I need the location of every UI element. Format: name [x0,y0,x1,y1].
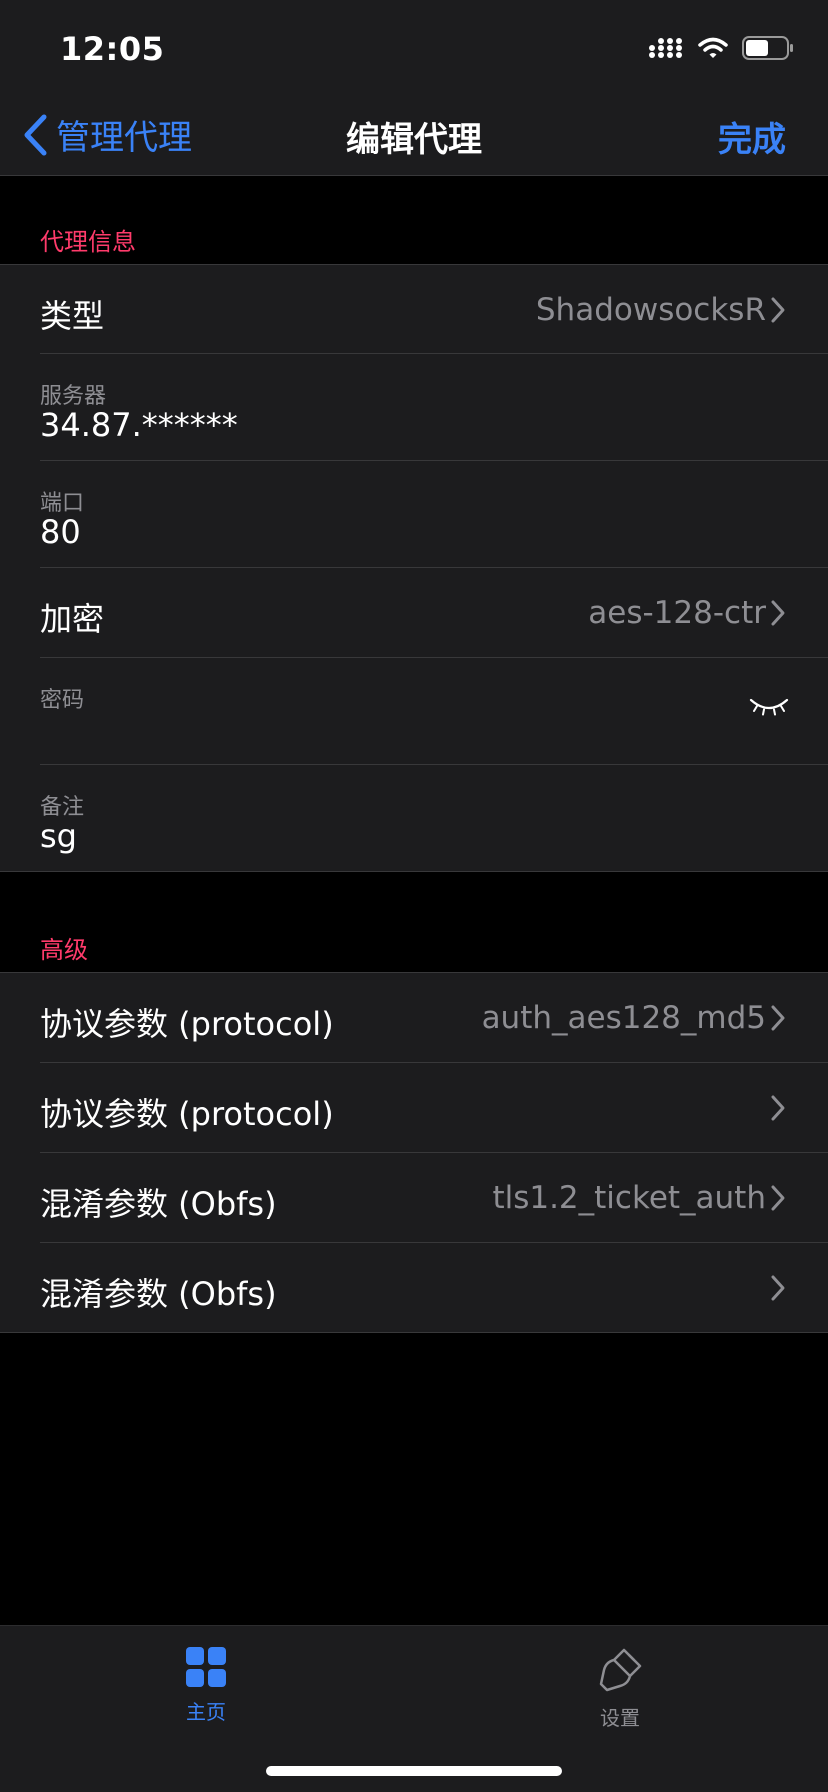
password-label: 密码 [40,688,85,713]
encryption-label: 加密 [40,600,105,638]
page-title: 编辑代理 [346,120,482,160]
battery-icon [742,36,793,60]
proxy-info-group: 类型 ShadowsocksR 服务器 34.87.****** 端口 80 加… [0,264,828,872]
cellular-signal-icon [649,38,682,58]
chevron-right-icon [771,1005,785,1031]
encryption-row[interactable]: 加密 aes-128-ctr [0,568,828,658]
obfs-param-row[interactable]: 混淆参数 (Obfs) [0,1243,828,1332]
protocol-value: auth_aes128_md5 [481,1000,766,1036]
tab-home[interactable]: 主页 [106,1646,306,1725]
advanced-group: 协议参数 (protocol) auth_aes128_md5 协议参数 (pr… [0,972,828,1333]
tab-settings-label: 设置 [600,1706,640,1730]
status-icons [648,36,794,60]
remark-field[interactable]: 备注 sg [0,765,828,871]
section-header-proxy-info: 代理信息 [40,228,136,256]
obfs-value: tls1.2_ticket_auth [492,1180,766,1216]
status-bar: 12:05 [0,0,828,92]
type-label: 类型 [40,297,105,335]
protocol-label: 协议参数 (protocol) [40,1005,334,1043]
chevron-right-icon [771,297,785,323]
tab-settings[interactable]: 设置 [520,1646,720,1731]
status-time: 12:05 [60,30,165,68]
port-field[interactable]: 端口 80 [0,461,828,568]
port-value: 80 [40,513,81,551]
remark-value: sg [40,817,77,855]
type-row[interactable]: 类型 ShadowsocksR [0,265,828,354]
home-indicator [266,1766,562,1776]
type-value: ShadowsocksR [535,292,766,328]
chevron-right-icon [771,1095,785,1121]
tab-home-label: 主页 [186,1700,226,1724]
server-value: 34.87.****** [40,406,238,444]
done-button[interactable]: 完成 [718,112,786,161]
password-field[interactable]: 密码 [0,658,828,765]
obfs-param-label: 混淆参数 (Obfs) [40,1275,277,1313]
section-header-advanced: 高级 [40,936,88,964]
obfs-row[interactable]: 混淆参数 (Obfs) tls1.2_ticket_auth [0,1153,828,1243]
protocol-param-row[interactable]: 协议参数 (protocol) [0,1063,828,1153]
protocol-param-label: 协议参数 (protocol) [40,1095,334,1133]
wifi-icon [698,37,728,58]
server-field[interactable]: 服务器 34.87.****** [0,354,828,461]
encryption-value: aes-128-ctr [588,595,766,631]
chevron-right-icon [771,1275,785,1301]
chevron-right-icon [771,600,785,626]
grid-icon [186,1647,226,1687]
brush-icon [599,1648,642,1692]
eye-closed-icon[interactable] [748,694,790,718]
obfs-label: 混淆参数 (Obfs) [40,1185,277,1223]
chevron-right-icon [771,1185,785,1211]
navigation-bar: 管理代理 编辑代理 完成 [0,92,828,176]
protocol-row[interactable]: 协议参数 (protocol) auth_aes128_md5 [0,973,828,1063]
